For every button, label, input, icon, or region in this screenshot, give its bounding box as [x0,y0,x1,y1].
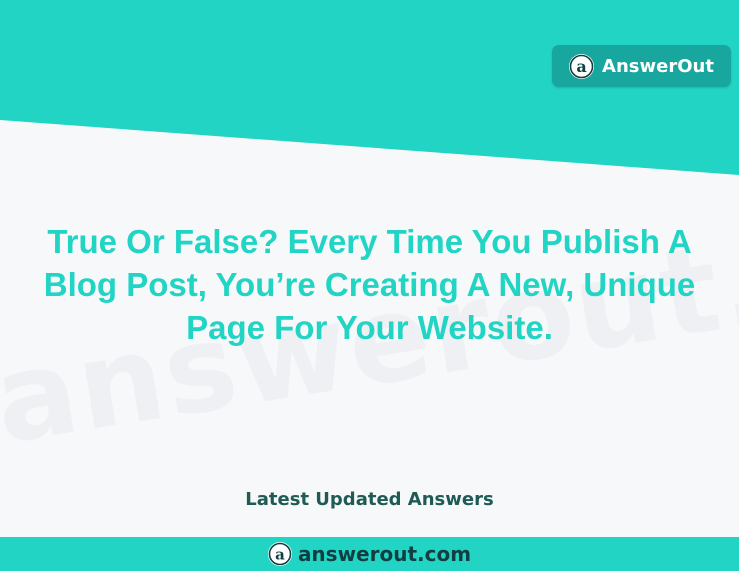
question-line: Page For Your Website. [186,309,553,346]
site-url[interactable]: answerout.com [298,542,471,566]
answerout-logo-icon: a [267,542,292,566]
latest-updated-answers-label: Latest Updated Answers [245,489,494,510]
brand-name: AnswerOut [602,55,714,77]
answerout-logo-icon: a [569,53,595,79]
footer-bar[interactable]: a answerout.com [0,537,739,571]
logo-letter: a [576,57,586,76]
logo-letter: a [275,546,285,564]
brand-badge[interactable]: a AnswerOut [552,45,731,87]
question-line: True Or False? Every Time You Publish A [47,223,692,260]
question-line: Blog Post, You’re Creating A New, Unique [43,266,696,303]
question-title: True Or False? Every Time You Publish A … [10,220,729,349]
